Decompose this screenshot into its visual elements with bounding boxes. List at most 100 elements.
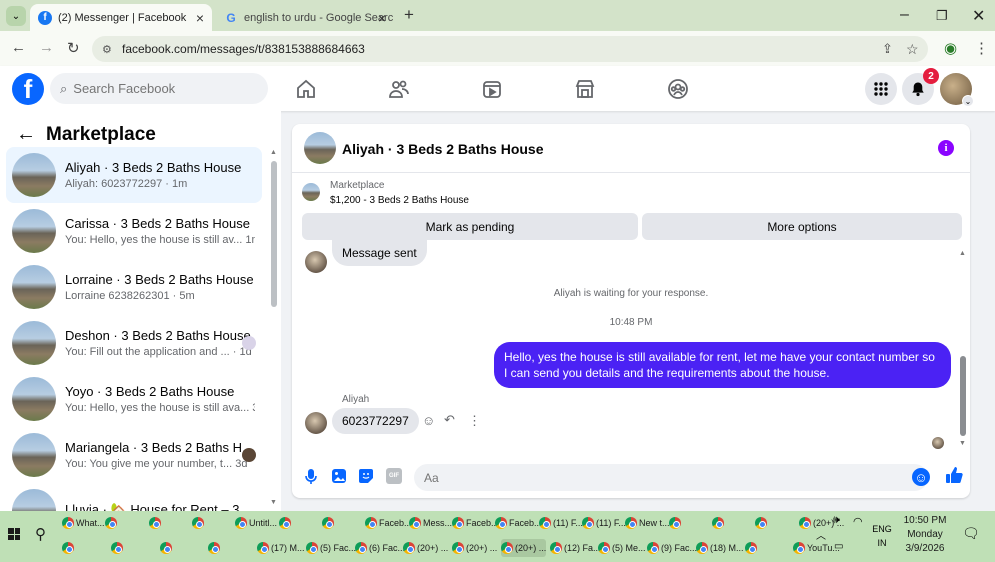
- taskbar-app-button[interactable]: [62, 539, 76, 557]
- sender-avatar[interactable]: [305, 412, 327, 434]
- address-bar[interactable]: ⚙ facebook.com/messages/t/83815388868466…: [92, 36, 928, 62]
- thumbs-up-icon[interactable]: [945, 466, 963, 484]
- minimize-icon[interactable]: –: [900, 6, 909, 24]
- menu-dots-icon[interactable]: ⋮: [974, 39, 989, 57]
- tab-search-dropdown[interactable]: ⌄: [6, 6, 26, 26]
- taskbar-app-button[interactable]: (5) Me...: [598, 539, 646, 557]
- battery-icon[interactable]: ▭: [834, 541, 843, 552]
- home-icon[interactable]: [294, 77, 318, 101]
- groups-icon[interactable]: [666, 77, 690, 101]
- sender-avatar[interactable]: [305, 251, 327, 273]
- taskbar-app-button[interactable]: Faceb...: [495, 514, 542, 532]
- taskbar-app-button[interactable]: [322, 514, 336, 532]
- taskbar-app-button[interactable]: Mess...: [409, 514, 452, 532]
- taskbar-app-button[interactable]: (17) M...: [257, 539, 305, 557]
- taskbar-app-button[interactable]: [755, 514, 769, 532]
- video-icon[interactable]: [480, 77, 504, 101]
- search-icon[interactable]: ⚲: [35, 525, 46, 543]
- taskbar-app-button[interactable]: Untitl...: [235, 514, 277, 532]
- taskbar-app-button[interactable]: New t...: [625, 514, 670, 532]
- taskbar-app-button[interactable]: [279, 514, 293, 532]
- taskbar-app-button[interactable]: Faceb...: [365, 514, 412, 532]
- taskbar-app-button[interactable]: (20+) ...: [403, 539, 448, 557]
- close-tab-icon[interactable]: ×: [378, 10, 386, 26]
- restore-icon[interactable]: ❐: [936, 8, 948, 24]
- outgoing-message[interactable]: Hello, yes the house is still available …: [494, 342, 951, 388]
- taskbar-app-button[interactable]: [712, 514, 726, 532]
- chat-scrollbar[interactable]: [960, 356, 966, 436]
- taskbar-app-button[interactable]: [208, 539, 222, 557]
- install-app-icon[interactable]: ⇪: [882, 41, 893, 57]
- taskbar-app-button[interactable]: [149, 514, 163, 532]
- taskbar-app-button[interactable]: What...: [62, 514, 105, 532]
- taskbar-app-button[interactable]: [105, 514, 119, 532]
- back-arrow-icon[interactable]: ←: [16, 123, 36, 146]
- bookmark-star-icon[interactable]: ☆: [906, 41, 919, 58]
- taskbar-app-button[interactable]: (11) F...: [539, 514, 583, 532]
- taskbar-app-button[interactable]: [111, 539, 125, 557]
- search-input[interactable]: [73, 81, 244, 96]
- taskbar-app-button[interactable]: (11) F...: [582, 514, 626, 532]
- react-icon[interactable]: ☺: [422, 413, 435, 428]
- incoming-message[interactable]: Message sent: [332, 240, 427, 266]
- conversation-item[interactable]: Carissa · 3 Beds 2 Baths House You: Hell…: [6, 203, 262, 259]
- taskbar-app-button[interactable]: (9) Fac...: [647, 539, 697, 557]
- photo-icon[interactable]: [331, 468, 347, 484]
- search-box[interactable]: ⌕: [50, 73, 268, 104]
- language-indicator[interactable]: ENG IN: [870, 522, 894, 550]
- network-icon[interactable]: ◠: [853, 515, 863, 528]
- conversation-item[interactable]: Lluvia · 🏡 House for Rent – 3 B...: [6, 483, 262, 511]
- tab-messenger[interactable]: f (2) Messenger | Facebook ×: [30, 4, 212, 31]
- mark-pending-button[interactable]: Mark as pending: [302, 213, 638, 240]
- more-options-button[interactable]: More options: [642, 213, 962, 240]
- conversation-item[interactable]: Mariangela · 3 Beds 2 Baths H... You: Yo…: [6, 427, 262, 483]
- taskbar-app-button[interactable]: (5) Fac...: [306, 539, 356, 557]
- system-clock[interactable]: 10:50 PM Monday 3/9/2026: [898, 514, 952, 556]
- marketplace-icon[interactable]: [573, 77, 597, 101]
- scroll-down-icon[interactable]: ▼: [270, 499, 277, 506]
- reply-icon[interactable]: ↶: [444, 412, 455, 428]
- taskbar-app-button[interactable]: (20+) ...: [501, 539, 547, 557]
- new-tab-button[interactable]: +: [404, 5, 414, 25]
- menu-grid-button[interactable]: [865, 73, 897, 105]
- site-info-icon[interactable]: ⚙: [102, 43, 112, 56]
- scroll-down-icon[interactable]: ▼: [959, 440, 966, 447]
- more-actions-icon[interactable]: ⋮: [468, 413, 481, 429]
- conversation-item[interactable]: Lorraine · 3 Beds 2 Baths House Lorraine…: [6, 259, 262, 315]
- taskbar-app-button[interactable]: Faceb...: [452, 514, 499, 532]
- info-icon[interactable]: i: [938, 140, 954, 156]
- notification-center-icon[interactable]: 🗨: [962, 525, 980, 542]
- facebook-logo-icon[interactable]: f: [12, 73, 44, 105]
- message-input[interactable]: [424, 470, 884, 485]
- emoji-icon[interactable]: ☺: [912, 468, 930, 486]
- taskbar-app-button[interactable]: (20+) ...: [452, 539, 497, 557]
- taskbar-app-button[interactable]: (6) Fac...: [355, 539, 405, 557]
- taskbar-app-button[interactable]: (18) M...: [696, 539, 744, 557]
- taskbar-app-button[interactable]: [745, 539, 759, 557]
- microphone-icon[interactable]: [304, 468, 318, 486]
- reload-icon[interactable]: ↻: [67, 39, 80, 57]
- scroll-up-icon[interactable]: ▲: [270, 149, 277, 156]
- chat-title[interactable]: Aliyah · 3 Beds 2 Baths House: [342, 141, 544, 157]
- taskbar-app-button[interactable]: (12) Fa...: [550, 539, 601, 557]
- conversation-item[interactable]: Yoyo · 3 Beds 2 Baths House You: Hello, …: [6, 371, 262, 427]
- close-tab-icon[interactable]: ×: [196, 10, 204, 26]
- profile-icon[interactable]: ◉: [944, 39, 957, 57]
- forward-icon[interactable]: →: [39, 39, 54, 56]
- message-composer[interactable]: ☺: [414, 464, 930, 491]
- scroll-up-icon[interactable]: ▲: [959, 250, 966, 257]
- incoming-message[interactable]: 6023772297: [332, 408, 419, 434]
- taskbar-app-button[interactable]: [160, 539, 174, 557]
- close-window-icon[interactable]: ✕: [972, 6, 985, 26]
- sticker-icon[interactable]: [358, 468, 374, 484]
- friends-icon[interactable]: [387, 77, 411, 101]
- gif-icon[interactable]: GIF: [386, 468, 402, 484]
- sidebar-scrollbar[interactable]: [271, 161, 277, 307]
- chat-avatar[interactable]: [304, 132, 336, 164]
- tab-google-search[interactable]: G english to urdu - Google Searc ×: [216, 4, 394, 31]
- taskbar-app-button[interactable]: [669, 514, 683, 532]
- start-icon[interactable]: [8, 528, 20, 540]
- profile-avatar[interactable]: ⌄: [940, 73, 974, 107]
- tray-chevron-icon[interactable]: ︿: [816, 527, 826, 542]
- conversation-item[interactable]: Aliyah · 3 Beds 2 Baths House Aliyah: 60…: [6, 147, 262, 203]
